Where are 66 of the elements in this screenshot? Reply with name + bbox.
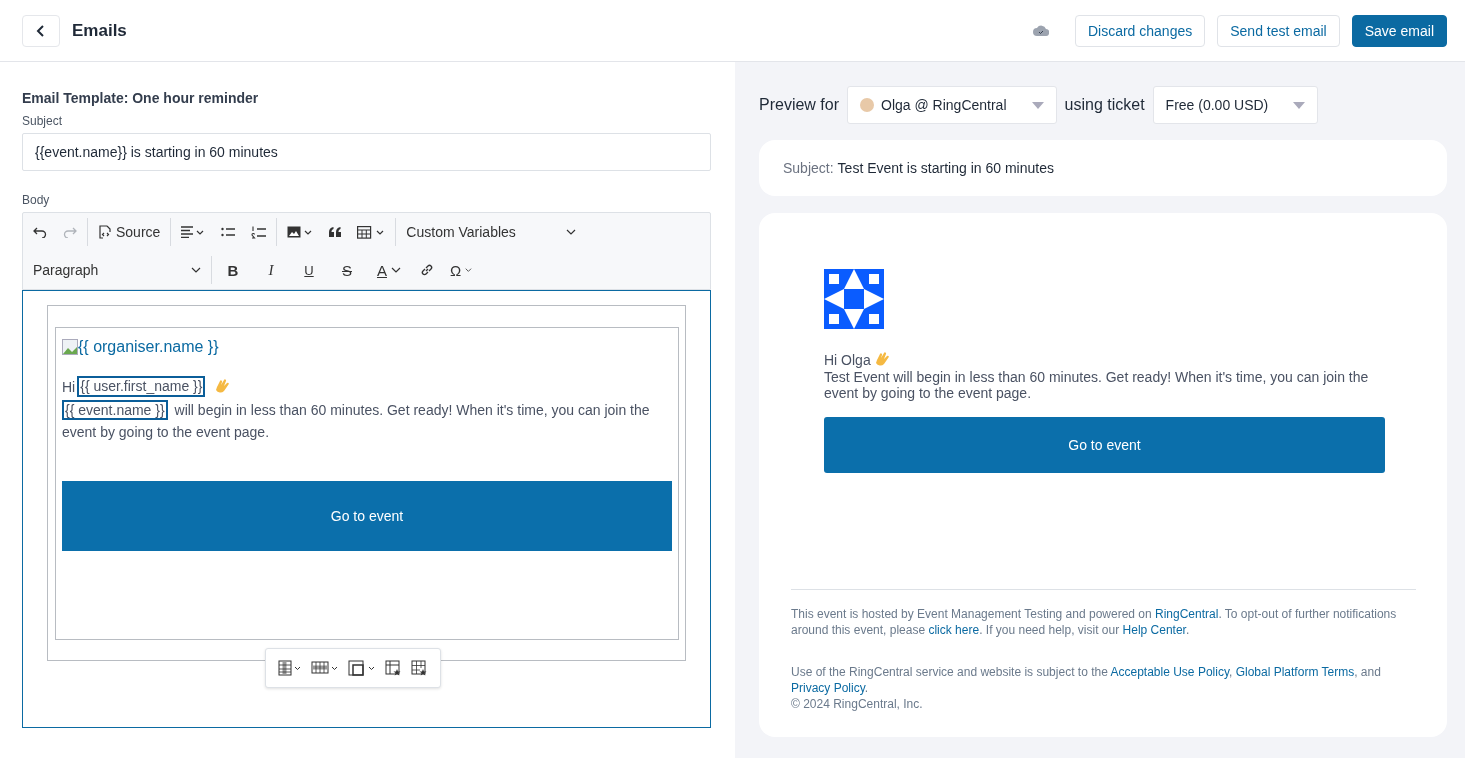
table-row-icon[interactable] <box>311 660 339 676</box>
link-icon <box>420 263 434 277</box>
subject-field[interactable]: {{event.name}} is starting in 60 minutes <box>22 133 711 171</box>
redo-icon <box>63 226 77 238</box>
numbered-list-icon <box>251 225 267 239</box>
subject-label: Subject <box>22 114 64 128</box>
waving-hand-icon <box>213 377 232 396</box>
underline-button[interactable]: U <box>292 255 326 285</box>
ticket-dropdown[interactable]: Free (0.00 USD) <box>1152 86 1319 124</box>
logo-icon <box>824 269 884 329</box>
page-title: Emails <box>72 20 127 41</box>
caret-icon <box>191 267 201 273</box>
table-icon <box>357 225 386 239</box>
bullet-list-icon <box>221 226 236 238</box>
avatar-icon <box>860 98 875 112</box>
source-button[interactable]: Source <box>92 217 167 247</box>
caret-icon <box>391 267 401 273</box>
source-code-icon <box>98 225 112 239</box>
subject-label: Subject: <box>783 160 834 176</box>
header-button[interactable]: Send test email <box>1217 14 1340 47</box>
text-color-button[interactable]: A <box>368 255 410 285</box>
cloud-check-icon <box>1032 25 1049 36</box>
body-label: Body <box>22 193 51 207</box>
strikethrough-button[interactable]: S <box>330 255 364 285</box>
greeting-text: Hi Olga <box>824 352 871 368</box>
align-left-icon <box>181 226 206 238</box>
preview-label: Preview for <box>759 96 840 114</box>
attendee-dropdown[interactable]: Olga @ RingCentral <box>847 86 1057 124</box>
table-properties-icon[interactable] <box>385 659 402 677</box>
custom-variables-dropdown[interactable]: Custom Variables <box>400 217 583 247</box>
caret-icon <box>465 267 472 273</box>
body-text: {{ event.name }} will begin in less than 60 minutes. Get ready! When it's time, you can join the event by going to the event page. <box>62 399 651 442</box>
greeting-text: Hi <box>62 378 76 395</box>
variable-chip[interactable]: {{ user.first_name }} <box>77 376 206 397</box>
ticket-label: using ticket <box>1064 96 1145 114</box>
footer-link[interactable]: Acceptable Use Policy <box>1110 665 1229 679</box>
caret-icon <box>566 229 577 235</box>
caret-icon <box>1293 101 1306 109</box>
footer-link[interactable]: Privacy Policy <box>791 681 865 695</box>
paragraph-dropdown[interactable]: Paragraph <box>27 255 207 285</box>
subject-text: Test Event is starting in 60 minutes <box>837 160 1054 176</box>
caret-icon <box>1031 101 1044 109</box>
quote-icon <box>329 227 342 237</box>
broken-image-icon <box>62 339 78 355</box>
copyright-text: © 2024 RingCentral, Inc. <box>791 696 924 712</box>
go-to-event-button[interactable]: Go to event <box>824 417 1385 473</box>
template-title: Email Template: One hour reminder <box>22 90 260 106</box>
undo-icon <box>33 226 47 238</box>
merge-cells-icon[interactable] <box>348 660 376 676</box>
bold-button[interactable]: B <box>216 255 250 285</box>
image-icon <box>287 226 314 238</box>
footer-text: This event is hosted by Event Management Testing and powered on RingCentral. To opt-out of further notifications around this event, please click here. If you need help, visit our Help Center. <box>791 606 1398 638</box>
variable-chip[interactable]: {{ event.name }} <box>62 400 168 420</box>
special-characters-button[interactable]: Ω <box>444 255 478 285</box>
italic-button[interactable]: I <box>254 255 288 285</box>
go-to-event-button[interactable]: Go to event <box>62 481 672 551</box>
email-body-text: Test Event will begin in less than 60 minutes. Get ready! When it's time, you can join the event by going to the event page. <box>824 369 1370 401</box>
organiser-variable: {{ organiser.name }} <box>78 338 219 356</box>
table-column-icon[interactable] <box>278 660 302 676</box>
back-button[interactable] <box>22 14 60 47</box>
editor-content-area[interactable]: {{ organiser.name }} Hi {{ user.first_name }} {{ event.name }} will begin in less than 60 minutes. Get ready! When it's time, you can join the event by going to the event page. Go to event <box>22 290 711 728</box>
footer-text: Use of the RingCentral service and website is subject to the Acceptable Use Policy, Global Platform Terms, and Privacy Policy. <box>791 664 1382 696</box>
footer-link[interactable]: Help Center <box>1122 623 1186 637</box>
cell-properties-icon[interactable] <box>411 659 428 677</box>
header-button[interactable]: Save email <box>1351 14 1447 47</box>
header-button[interactable]: Discard changes <box>1074 14 1206 47</box>
